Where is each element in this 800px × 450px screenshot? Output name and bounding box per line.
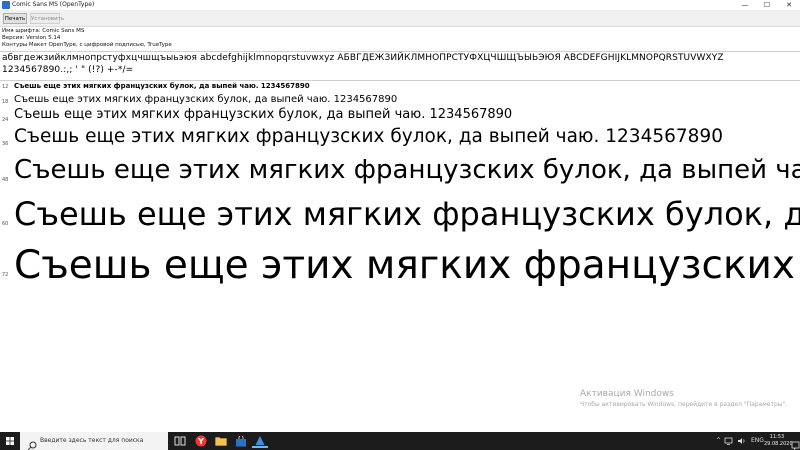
font-viewer-icon (255, 435, 265, 445)
charset-letters: абвгдежзийклмнопрстуфхцчшщъыьэюя abcdefg… (2, 53, 724, 63)
svg-text:Y: Y (197, 437, 204, 446)
activation-title: Активация Windows (580, 389, 674, 399)
network-icon[interactable] (724, 437, 733, 448)
notifications-icon[interactable] (791, 436, 800, 450)
taskbar-app-store[interactable] (233, 434, 249, 448)
minimize-button[interactable]: — (734, 0, 756, 10)
sample-text: Съешь еще этих мягких французских булок,… (14, 107, 513, 122)
task-view-icon (174, 436, 186, 446)
activation-subtitle: Чтобы активировать Windows, перейдите в … (580, 401, 788, 408)
clock-date: 29.08.2020 (764, 441, 793, 447)
sample-text: Съешь еще этих мягких французских булок,… (14, 155, 800, 185)
volume-icon[interactable] (737, 437, 746, 448)
taskbar-search-box[interactable]: Введите здесь текст для поиска (20, 432, 168, 450)
font-name-label: Имя шрифта: Comic Sans MS (2, 28, 85, 34)
sample-size-label: 72 (2, 272, 9, 278)
sample-size-label: 48 (2, 177, 9, 183)
activation-watermark: Активация Windows Чтобы активировать Win… (580, 389, 787, 409)
clock-time: 11:53 (769, 434, 785, 440)
sample-size-label: 36 (2, 141, 9, 147)
sample-size-label: 12 (2, 84, 9, 90)
sample-text: Съешь еще этих мягких французских булок,… (14, 82, 310, 90)
charset-digits: 1234567890.:,; ' " (!?) +-*/= (2, 65, 134, 75)
install-button[interactable]: Установить (30, 13, 64, 24)
sample-size-label: 24 (2, 117, 9, 123)
title-bar: Comic Sans MS (OpenType) — ☐ ✕ (0, 0, 800, 10)
tray-overflow-chevron[interactable]: ^ (716, 437, 721, 445)
font-version-label: Версия: Version 5.14 (2, 35, 61, 41)
toolbar: Печать Установить (0, 10, 800, 27)
yandex-browser-icon: Y (195, 435, 207, 447)
font-outlines-label: Контуры Макет OpenType, с цифровой подпи… (2, 42, 172, 48)
maximize-button[interactable]: ☐ (756, 0, 778, 10)
sample-text: Съешь еще этих мягких французских булок,… (14, 126, 723, 147)
windows-logo-icon (6, 437, 14, 445)
window-controls: — ☐ ✕ (734, 0, 800, 10)
language-indicator[interactable]: ENG (751, 437, 764, 445)
taskbar-app-file-explorer[interactable] (213, 434, 229, 448)
search-placeholder: Введите здесь текст для поиска (40, 437, 144, 444)
print-button[interactable]: Печать (3, 13, 27, 24)
taskbar-app-font-viewer[interactable] (252, 434, 268, 448)
task-view-button[interactable] (172, 434, 188, 448)
sample-text: Съешь еще этих мягких французских булок,… (14, 195, 800, 233)
font-info: Имя шрифта: Comic Sans MS Версия: Versio… (2, 28, 172, 49)
window-title: Comic Sans MS (OpenType) (12, 1, 95, 8)
sample-size-label: 18 (2, 99, 9, 105)
sample-text: Съешь еще этих мягких французских булок,… (14, 94, 398, 105)
sample-text: Съешь еще этих мягких французских булок,… (14, 243, 800, 288)
start-button[interactable] (0, 432, 20, 450)
taskbar-app-yandex[interactable]: Y (193, 434, 209, 448)
taskbar-clock[interactable]: 11:53 29.08.2020 (764, 434, 793, 448)
store-bag-icon (236, 435, 246, 446)
close-button[interactable]: ✕ (778, 0, 800, 10)
divider (0, 51, 800, 52)
sample-size-label: 60 (2, 221, 9, 227)
taskbar: Введите здесь текст для поиска Y ^ ENG 1… (0, 432, 800, 450)
search-icon (27, 436, 37, 450)
divider (0, 80, 800, 81)
font-viewer-app-icon (2, 1, 10, 9)
folder-icon (215, 437, 227, 446)
